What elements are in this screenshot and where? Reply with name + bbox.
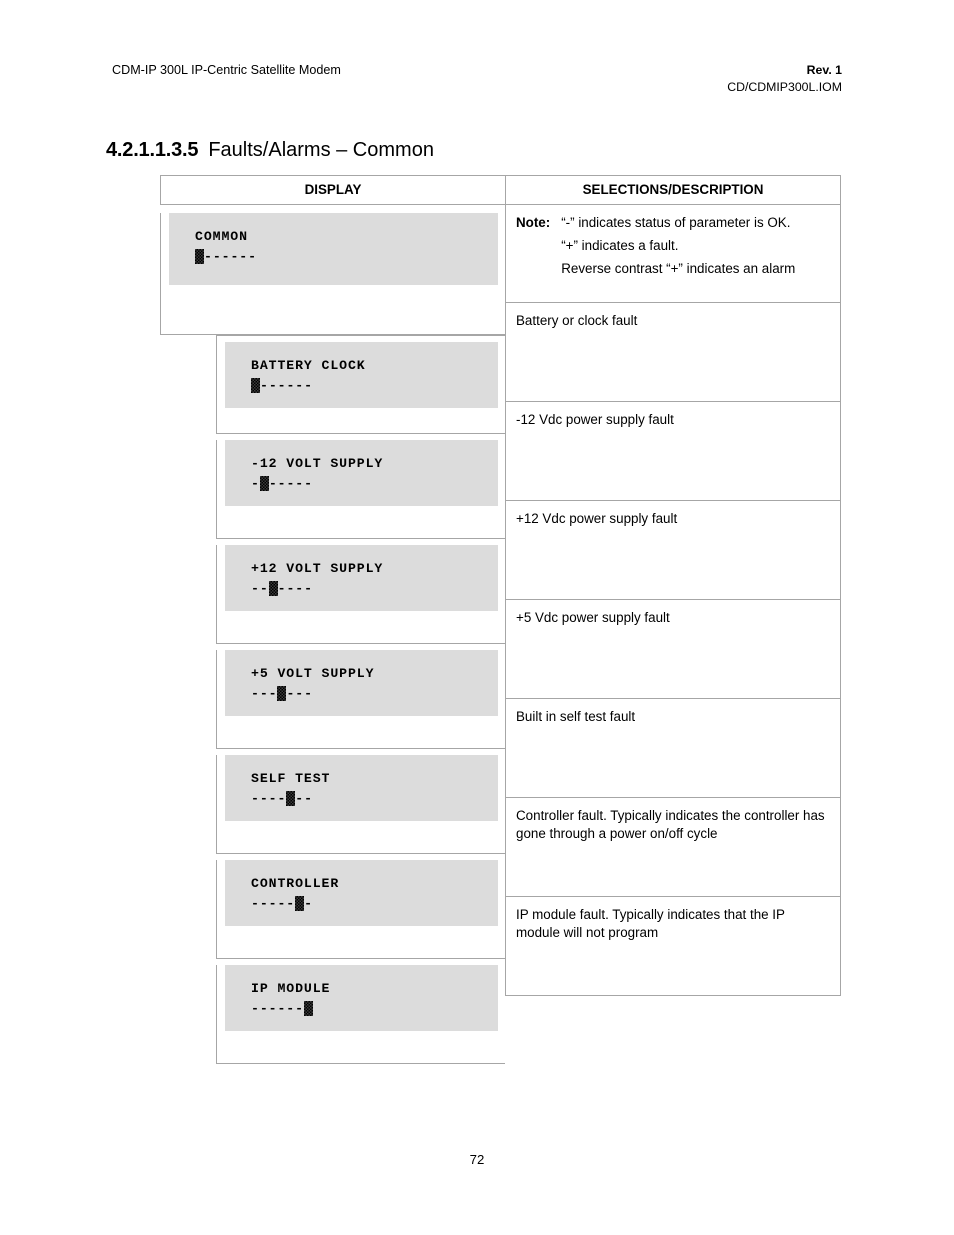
reverse-contrast-block-icon: [303, 1001, 313, 1016]
lcd-status-before: -: [251, 476, 260, 491]
lcd-panel-ip-module: IP MODULE ------: [225, 965, 498, 1031]
lcd-panel-self-test: SELF TEST ---- --: [225, 755, 498, 821]
lcd-status-after: ------: [260, 378, 313, 393]
selections-cell-battery-clock: Battery or clock fault: [505, 303, 841, 402]
display-cell-ip-module: IP MODULE ------: [216, 965, 505, 1064]
note-block: Note: “-” indicates status of parameter …: [516, 214, 830, 277]
lcd-panel-battery-clock: BATTERY CLOCK ------: [225, 342, 498, 408]
lcd-title: IP MODULE: [251, 981, 331, 996]
display-cell-minus-12-volt-supply: -12 VOLT SUPPLY - -----: [216, 440, 505, 539]
lcd-status-before: --: [251, 581, 269, 596]
note-line: “-” indicates status of parameter is OK.: [561, 215, 791, 230]
selections-column: Note: “-” indicates status of parameter …: [505, 204, 841, 996]
display-cell-root: COMMON ------: [160, 213, 505, 335]
lcd-status-after: ------: [204, 249, 257, 264]
lcd-panel-controller: CONTROLLER ----- -: [225, 860, 498, 926]
selections-cell-controller: Controller fault. Typically indicates th…: [505, 798, 841, 897]
lcd-status-after: ----: [277, 581, 313, 596]
lcd-status-line: - -----: [251, 474, 498, 493]
faults-alarms-table: DISPLAY SELECTIONS/DESCRIPTION COMMON --…: [160, 175, 841, 1064]
section-heading: 4.2.1.1.3.5 Faults/Alarms – Common: [106, 138, 434, 162]
lcd-status-before: ------: [251, 1001, 304, 1016]
reverse-contrast-block-icon: [277, 686, 287, 701]
lcd-status-line: ---- --: [251, 789, 498, 808]
display-cell-battery-clock: BATTERY CLOCK ------: [216, 335, 505, 434]
column-header-selections: SELECTIONS/DESCRIPTION: [505, 176, 841, 205]
reverse-contrast-block-icon: [195, 249, 204, 264]
selections-cell-note: Note: “-” indicates status of parameter …: [505, 204, 841, 303]
reverse-contrast-block-icon: [259, 476, 269, 491]
lcd-title: SELF TEST: [251, 771, 331, 786]
lcd-panel-plus-12-volt-supply: +12 VOLT SUPPLY -- ----: [225, 545, 498, 611]
lcd-status-after: ---: [286, 686, 313, 701]
selections-cell-plus-12-volt-supply: +12 Vdc power supply fault: [505, 501, 841, 600]
note-lines: “-” indicates status of parameter is OK.…: [561, 214, 830, 277]
page-header: CDM-IP 300L IP-Centric Satellite Modem R…: [112, 62, 842, 96]
note-line: Reverse contrast “+” indicates an alarm: [561, 260, 796, 276]
lcd-status-before: ---: [251, 686, 278, 701]
lcd-title: +5 VOLT SUPPLY: [251, 666, 375, 681]
section-number: 4.2.1.1.3.5: [106, 139, 199, 161]
section-title: Faults/Alarms – Common: [208, 139, 434, 161]
lcd-title: COMMON: [195, 229, 248, 244]
lcd-status-line: ----- -: [251, 894, 498, 913]
lcd-status-before: ----: [251, 791, 287, 806]
lcd-panel-common: COMMON ------: [169, 213, 498, 285]
lcd-status-after: -----: [268, 476, 313, 491]
selections-cell-minus-12-volt-supply: -12 Vdc power supply fault: [505, 402, 841, 501]
header-doc-id: CD/CDMIP300L.IOM: [727, 80, 842, 95]
lcd-status-line: -- ----: [251, 579, 498, 598]
header-revision: Rev. 1: [806, 63, 842, 77]
lcd-status-line: ------: [251, 999, 498, 1018]
table-header-row: DISPLAY SELECTIONS/DESCRIPTION: [160, 175, 841, 205]
lcd-status-line: ------: [195, 247, 498, 266]
reverse-contrast-block-icon: [295, 896, 305, 911]
note-label: Note:: [516, 215, 551, 230]
note-line: “+” indicates a fault.: [561, 237, 679, 253]
page-number: 72: [469, 1152, 485, 1167]
lcd-panel-plus-5-volt-supply: +5 VOLT SUPPLY --- ---: [225, 650, 498, 716]
lcd-status-line: --- ---: [251, 684, 498, 703]
reverse-contrast-block-icon: [251, 378, 260, 393]
lcd-title: CONTROLLER: [251, 876, 340, 891]
selections-cell-plus-5-volt-supply: +5 Vdc power supply fault: [505, 600, 841, 699]
reverse-contrast-block-icon: [286, 791, 296, 806]
display-cell-plus-12-volt-supply: +12 VOLT SUPPLY -- ----: [216, 545, 505, 644]
display-cell-controller: CONTROLLER ----- -: [216, 860, 505, 959]
lcd-status-after: -: [304, 896, 313, 911]
header-revision-block: Rev. 1 CD/CDMIP300L.IOM: [727, 62, 842, 96]
column-header-display: DISPLAY: [160, 176, 505, 205]
header-document-title: CDM-IP 300L IP-Centric Satellite Modem: [112, 63, 341, 77]
selections-cell-ip-module: IP module fault. Typically indicates tha…: [505, 897, 841, 996]
display-cell-self-test: SELF TEST ---- --: [216, 755, 505, 854]
lcd-status-before: -----: [251, 896, 296, 911]
lcd-title: -12 VOLT SUPPLY: [251, 456, 384, 471]
lcd-title: +12 VOLT SUPPLY: [251, 561, 384, 576]
lcd-status-after: --: [295, 791, 313, 806]
lcd-status-line: ------: [251, 376, 498, 395]
display-cell-plus-5-volt-supply: +5 VOLT SUPPLY --- ---: [216, 650, 505, 749]
lcd-title: BATTERY CLOCK: [251, 358, 366, 373]
lcd-panel-minus-12-volt-supply: -12 VOLT SUPPLY - -----: [225, 440, 498, 506]
selections-cell-self-test: Built in self test fault: [505, 699, 841, 798]
reverse-contrast-block-icon: [268, 581, 278, 596]
